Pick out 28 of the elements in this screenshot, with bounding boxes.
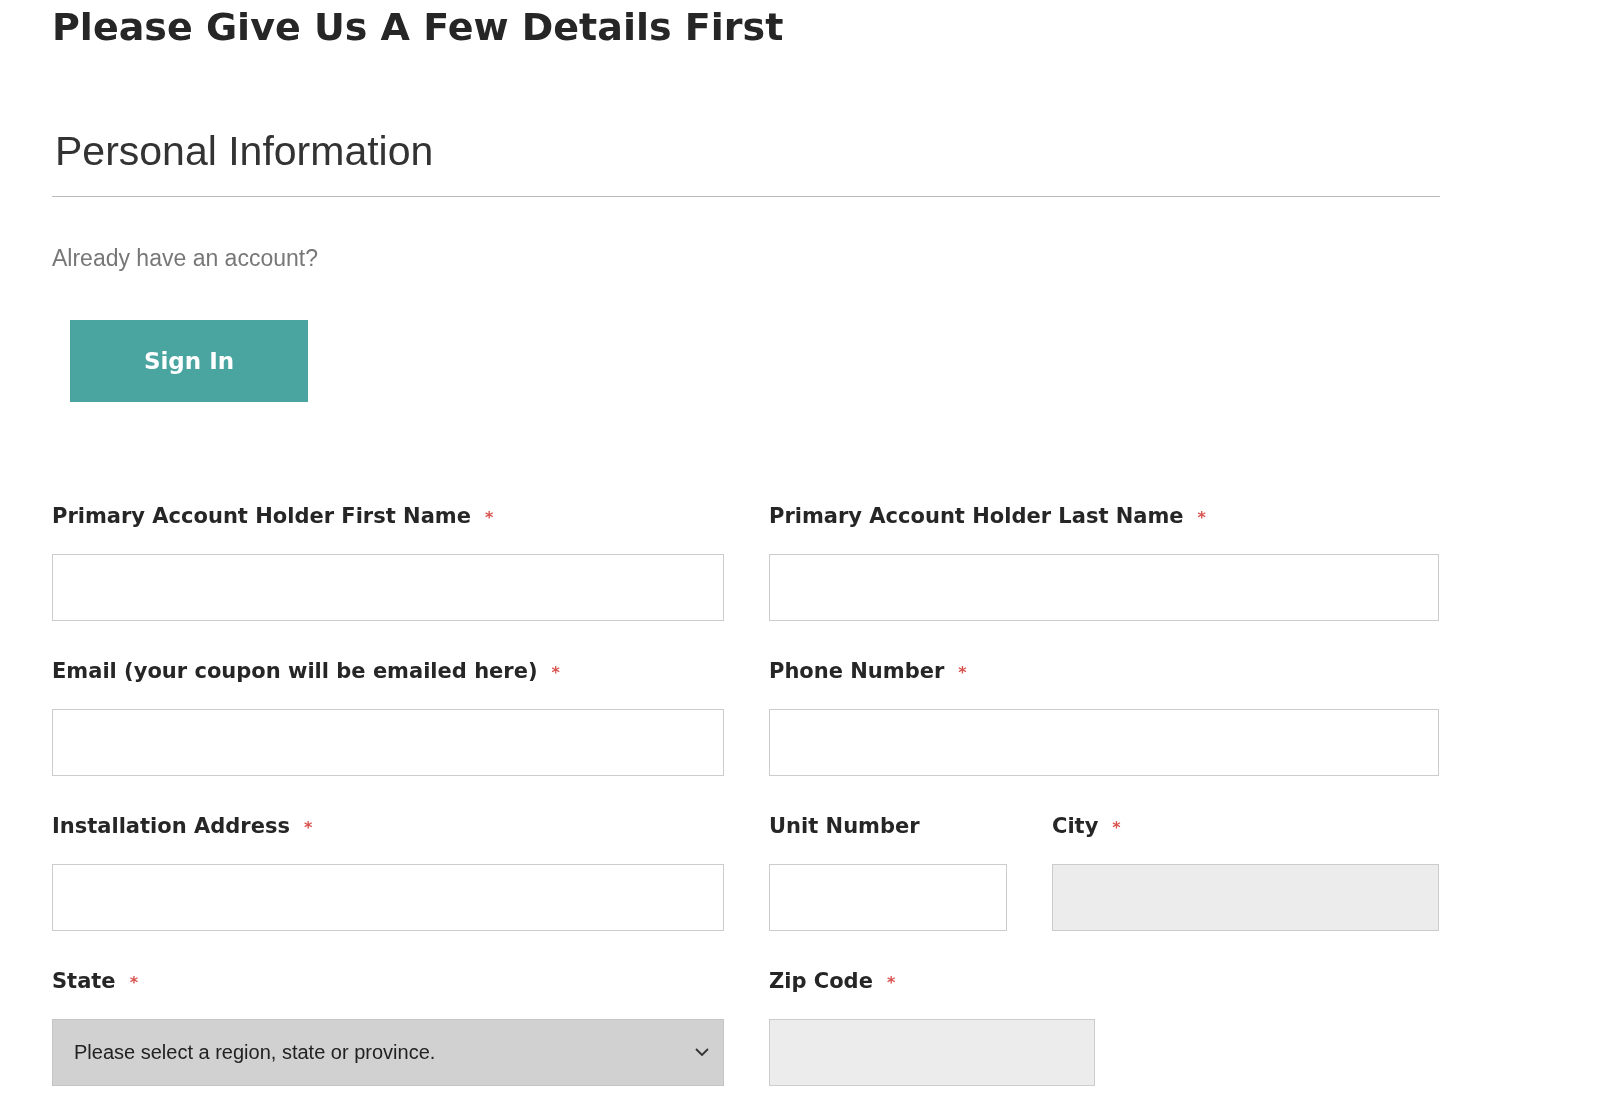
page-title: Please Give Us A Few Details First (52, 4, 784, 50)
field-label: Primary Account Holder Last Name (769, 504, 1184, 528)
state-select[interactable]: Please select a region, state or province. (52, 1019, 724, 1086)
signin-prompt: Already have an account? (52, 245, 318, 272)
field-label: Phone Number (769, 659, 945, 683)
required-asterisk: * (129, 973, 138, 992)
field-label: Unit Number (769, 814, 920, 838)
field-label: Email (your coupon will be emailed here) (52, 659, 538, 683)
field-label: State (52, 969, 116, 993)
chevron-down-icon (695, 1048, 709, 1057)
field-label: Installation Address (52, 814, 290, 838)
field-label: City (1052, 814, 1099, 838)
required-asterisk: * (886, 973, 896, 992)
input-field[interactable] (52, 709, 724, 776)
input-field[interactable] (769, 554, 1439, 621)
input-field[interactable] (52, 554, 724, 621)
required-asterisk: * (484, 508, 494, 527)
required-asterisk: * (551, 663, 560, 682)
field-label: Zip Code (769, 969, 873, 993)
input-field[interactable] (769, 864, 1007, 931)
required-asterisk: * (1197, 508, 1206, 527)
input-field[interactable] (52, 864, 724, 931)
input-field[interactable] (769, 709, 1439, 776)
section-title: Personal Information (55, 127, 434, 176)
required-asterisk: * (958, 663, 967, 682)
field-label: Primary Account Holder First Name (52, 504, 471, 528)
required-asterisk: * (303, 818, 313, 837)
required-asterisk: * (1112, 818, 1121, 837)
